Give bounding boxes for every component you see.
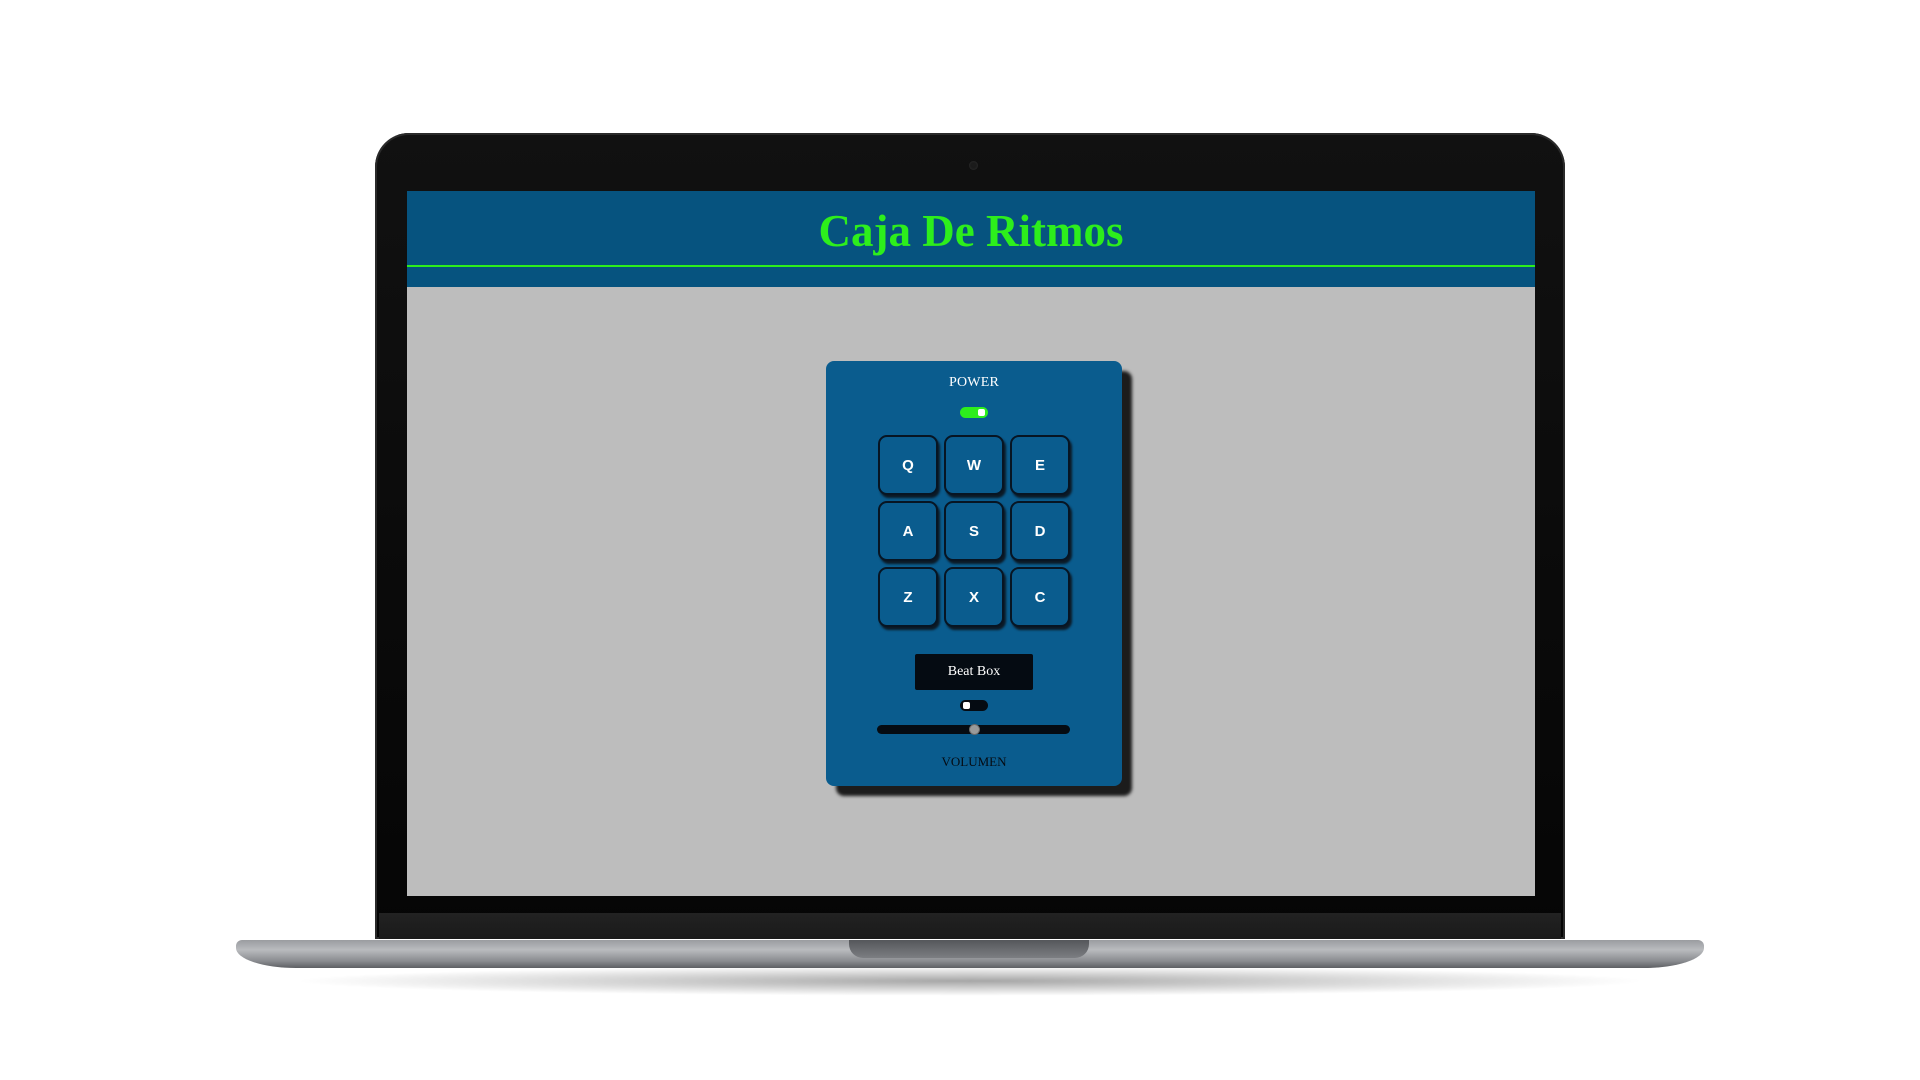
volume-slider[interactable] bbox=[877, 724, 1070, 735]
page-title: Caja De Ritmos bbox=[818, 206, 1124, 256]
drum-pad-d[interactable]: D bbox=[1010, 501, 1070, 561]
drum-pad-w[interactable]: W bbox=[944, 435, 1004, 495]
volume-slider-thumb[interactable] bbox=[968, 724, 980, 735]
drum-pad-q[interactable]: Q bbox=[878, 435, 938, 495]
drum-machine: POWER Q W E A S D Z X C Beat Box VOLUMEN bbox=[826, 361, 1122, 786]
power-label: POWER bbox=[949, 375, 999, 390]
bank-toggle[interactable] bbox=[960, 700, 988, 711]
drum-pad-a[interactable]: A bbox=[878, 501, 938, 561]
bank-toggle-knob bbox=[963, 702, 970, 709]
app-header: Caja De Ritmos bbox=[407, 191, 1535, 287]
volume-label: VOLUMEN bbox=[941, 754, 1007, 769]
stage: Caja De Ritmos POWER Q W E A S D Z X C B… bbox=[0, 0, 1920, 1080]
drum-pad-z[interactable]: Z bbox=[878, 567, 938, 627]
power-toggle[interactable] bbox=[960, 407, 988, 418]
webcam-icon bbox=[969, 161, 978, 170]
drum-pad-e[interactable]: E bbox=[1010, 435, 1070, 495]
drum-pad-c[interactable]: C bbox=[1010, 567, 1070, 627]
header-divider bbox=[407, 265, 1535, 267]
laptop-bezel-bottom bbox=[379, 913, 1561, 939]
power-toggle-knob bbox=[978, 409, 985, 416]
sound-display: Beat Box bbox=[915, 654, 1033, 690]
drum-pad-s[interactable]: S bbox=[944, 501, 1004, 561]
laptop-screen: Caja De Ritmos POWER Q W E A S D Z X C B… bbox=[407, 191, 1535, 896]
laptop-shadow bbox=[290, 966, 1650, 996]
laptop-notch bbox=[849, 940, 1089, 958]
drum-pad-x[interactable]: X bbox=[944, 567, 1004, 627]
drum-pads: Q W E A S D Z X C bbox=[878, 435, 1070, 629]
